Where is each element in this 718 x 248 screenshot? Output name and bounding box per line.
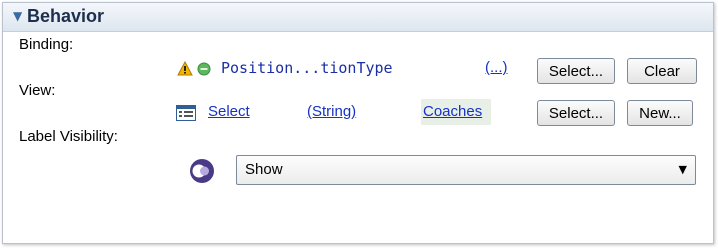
behavior-panel: ▼ Behavior Binding: Position...tionType … bbox=[2, 2, 714, 244]
green-dot-icon bbox=[197, 62, 211, 80]
label-visibility-label: Label Visibility: bbox=[19, 128, 118, 145]
purple-circle-icon bbox=[189, 158, 215, 188]
binding-ellipsis-link[interactable]: (...) bbox=[485, 59, 508, 76]
view-new-button[interactable]: New... bbox=[627, 100, 693, 126]
label-visibility-value: Show bbox=[245, 161, 283, 178]
view-string-link[interactable]: (String) bbox=[307, 103, 356, 120]
section-title: Behavior bbox=[27, 6, 105, 26]
binding-select-button[interactable]: Select... bbox=[537, 58, 615, 84]
binding-clear-button[interactable]: Clear bbox=[627, 58, 697, 84]
label-visibility-dropdown[interactable]: Show ▼ bbox=[236, 155, 696, 185]
view-select-link[interactable]: Select bbox=[208, 103, 250, 120]
table-icon bbox=[176, 105, 196, 125]
view-select-button[interactable]: Select... bbox=[537, 100, 615, 126]
warning-icon bbox=[177, 60, 193, 80]
chevron-down-icon[interactable]: ▼ bbox=[679, 163, 687, 176]
binding-label: Binding: bbox=[19, 36, 74, 53]
collapse-triangle-icon[interactable]: ▼ bbox=[13, 9, 22, 23]
section-header[interactable]: ▼ Behavior bbox=[3, 3, 713, 32]
view-coaches-link[interactable]: Coaches bbox=[423, 103, 482, 120]
binding-value: Position...tionType bbox=[221, 59, 393, 77]
view-label: View: bbox=[19, 82, 56, 99]
